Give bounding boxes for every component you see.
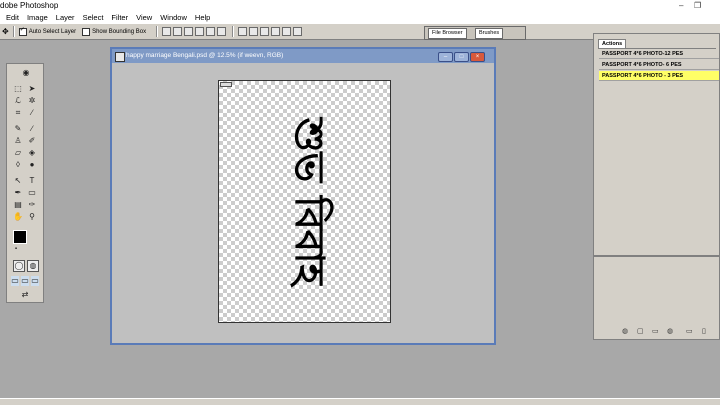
doc-maximize-button[interactable]: □ bbox=[454, 52, 469, 62]
action-item[interactable]: PASSPORT 4*6 PHOTO-12 PES bbox=[599, 49, 719, 59]
eraser-tool-icon[interactable]: ▱ bbox=[13, 148, 23, 158]
menu-bar: Edit Image Layer Select Filter View Wind… bbox=[0, 11, 720, 24]
foreground-color-swatch[interactable] bbox=[13, 230, 27, 244]
marquee-tool-icon[interactable]: ⬚ bbox=[13, 84, 23, 94]
align-vcenter-icon[interactable] bbox=[173, 27, 183, 36]
path-selection-icon[interactable]: ↖ bbox=[13, 176, 23, 186]
delete-action-icon[interactable]: ▯ bbox=[702, 327, 706, 335]
crop-tool-icon[interactable]: ⌗ bbox=[13, 108, 23, 118]
jump-to-imageready-icon[interactable]: ⇄ bbox=[15, 290, 35, 300]
align-right-icon[interactable] bbox=[217, 27, 227, 36]
new-action-icon[interactable]: ▭ bbox=[686, 327, 693, 335]
align-left-icon[interactable] bbox=[195, 27, 205, 36]
play-action-icon[interactable]: ▭ bbox=[652, 327, 659, 335]
move-tool-icon[interactable]: ➤ bbox=[27, 84, 37, 94]
clone-stamp-icon[interactable]: ♙ bbox=[13, 136, 23, 146]
file-browser-tab[interactable]: File Browser bbox=[428, 28, 467, 39]
divider bbox=[156, 26, 159, 37]
stop-action-icon[interactable]: ◍ bbox=[622, 327, 628, 335]
screen-mode-full-menu-icon[interactable]: ▭ bbox=[21, 276, 29, 286]
move-tool-icon[interactable]: ✥ bbox=[2, 27, 9, 36]
record-action-icon[interactable]: ▢ bbox=[637, 327, 644, 335]
standard-mode-icon[interactable]: ◯ bbox=[13, 260, 25, 272]
menu-help[interactable]: Help bbox=[195, 13, 210, 22]
slice-tool-icon[interactable]: ∕ bbox=[27, 108, 37, 118]
align-top-icon[interactable] bbox=[162, 27, 172, 36]
paint-bucket-icon[interactable]: ◈ bbox=[27, 148, 37, 158]
align-bottom-icon[interactable] bbox=[184, 27, 194, 36]
document-title: happy marriage Bengali.psd @ 12.5% (if w… bbox=[126, 52, 284, 59]
taskbar bbox=[0, 398, 720, 405]
lasso-tool-icon[interactable]: ℒ bbox=[13, 96, 23, 106]
action-item-selected[interactable]: PASSPORT 4*6 PHOTO - 3 PES bbox=[599, 71, 719, 81]
new-set-icon[interactable]: ◍ bbox=[667, 327, 673, 335]
toolbox: ◉ ⬚ ➤ ℒ ✲ ⌗ ∕ ✎ ∕ ♙ ✐ ▱ ◈ ◊ ● ↖ T ✒ ▭ ▤ … bbox=[6, 63, 44, 303]
distribute-left-icon[interactable] bbox=[271, 27, 281, 36]
menu-edit[interactable]: Edit bbox=[6, 13, 19, 22]
document-title-bar[interactable]: happy marriage Bengali.psd @ 12.5% (if w… bbox=[112, 49, 494, 63]
doc-close-button[interactable]: × bbox=[470, 52, 485, 62]
zoom-tool-icon[interactable]: ⚲ bbox=[27, 212, 37, 222]
shape-tool-icon[interactable]: ▭ bbox=[27, 188, 37, 198]
magic-wand-icon[interactable]: ✲ bbox=[27, 96, 37, 106]
eyedropper-icon[interactable]: ✑ bbox=[27, 200, 37, 210]
distribute-right-icon[interactable] bbox=[293, 27, 303, 36]
menu-window[interactable]: Window bbox=[160, 13, 187, 22]
eye-logo-icon[interactable]: ◉ bbox=[15, 68, 37, 78]
canvas-text-layer: শুভ বিবাহ bbox=[286, 117, 332, 285]
restore-button[interactable]: ❐ bbox=[694, 0, 701, 11]
blur-tool-icon[interactable]: ◊ bbox=[13, 160, 23, 170]
dodge-tool-icon[interactable]: ● bbox=[27, 160, 37, 170]
document-window: happy marriage Bengali.psd @ 12.5% (if w… bbox=[110, 47, 496, 345]
layer-indicator-icon bbox=[220, 82, 232, 87]
menu-select[interactable]: Select bbox=[83, 13, 104, 22]
hand-tool-icon[interactable]: ✋ bbox=[13, 212, 23, 222]
minimize-button[interactable]: – bbox=[679, 0, 683, 11]
action-item[interactable]: PASSPORT 4*6 PHOTO- 6 PES bbox=[599, 60, 719, 70]
title-bar: dobe Photoshop – ❐ bbox=[0, 0, 720, 11]
auto-select-checkbox[interactable] bbox=[18, 26, 27, 36]
brushes-tab[interactable]: Brushes bbox=[475, 28, 504, 39]
quick-mask-icon[interactable]: ◍ bbox=[27, 260, 39, 272]
healing-brush-icon[interactable]: ✎ bbox=[13, 124, 23, 134]
app-title: dobe Photoshop bbox=[0, 1, 59, 10]
bounding-box-label: Show Bounding Box bbox=[92, 28, 147, 35]
bounding-box-checkbox[interactable] bbox=[82, 27, 91, 36]
align-hcenter-icon[interactable] bbox=[206, 27, 216, 36]
history-brush-icon[interactable]: ✐ bbox=[27, 136, 37, 146]
canvas[interactable]: শুভ বিবাহ bbox=[218, 80, 391, 323]
type-tool-icon[interactable]: T bbox=[27, 176, 37, 186]
menu-image[interactable]: Image bbox=[27, 13, 48, 22]
distribute-bottom-icon[interactable] bbox=[260, 27, 270, 36]
menu-layer[interactable]: Layer bbox=[56, 13, 75, 22]
screen-mode-full-icon[interactable]: ▭ bbox=[31, 276, 39, 286]
brush-tool-icon[interactable]: ∕ bbox=[27, 124, 37, 134]
screen-mode-standard-icon[interactable]: ▭ bbox=[11, 276, 19, 286]
distribute-top-icon[interactable] bbox=[238, 27, 248, 36]
document-icon bbox=[115, 52, 125, 62]
menu-view[interactable]: View bbox=[136, 13, 152, 22]
palette-well: File Browser Brushes bbox=[424, 26, 526, 40]
default-colors-icon[interactable]: ▪ bbox=[11, 244, 21, 254]
distribute-hcenter-icon[interactable] bbox=[282, 27, 292, 36]
divider bbox=[232, 26, 235, 37]
auto-select-label: Auto Select Layer bbox=[28, 28, 77, 35]
doc-minimize-button[interactable]: – bbox=[438, 52, 453, 62]
distribute-vcenter-icon[interactable] bbox=[249, 27, 259, 36]
notes-tool-icon[interactable]: ▤ bbox=[13, 200, 23, 210]
divider bbox=[12, 26, 15, 37]
actions-panel: Actions PASSPORT 4*6 PHOTO-12 PES PASSPO… bbox=[593, 33, 720, 256]
menu-filter[interactable]: Filter bbox=[111, 13, 128, 22]
pen-tool-icon[interactable]: ✒ bbox=[13, 188, 23, 198]
